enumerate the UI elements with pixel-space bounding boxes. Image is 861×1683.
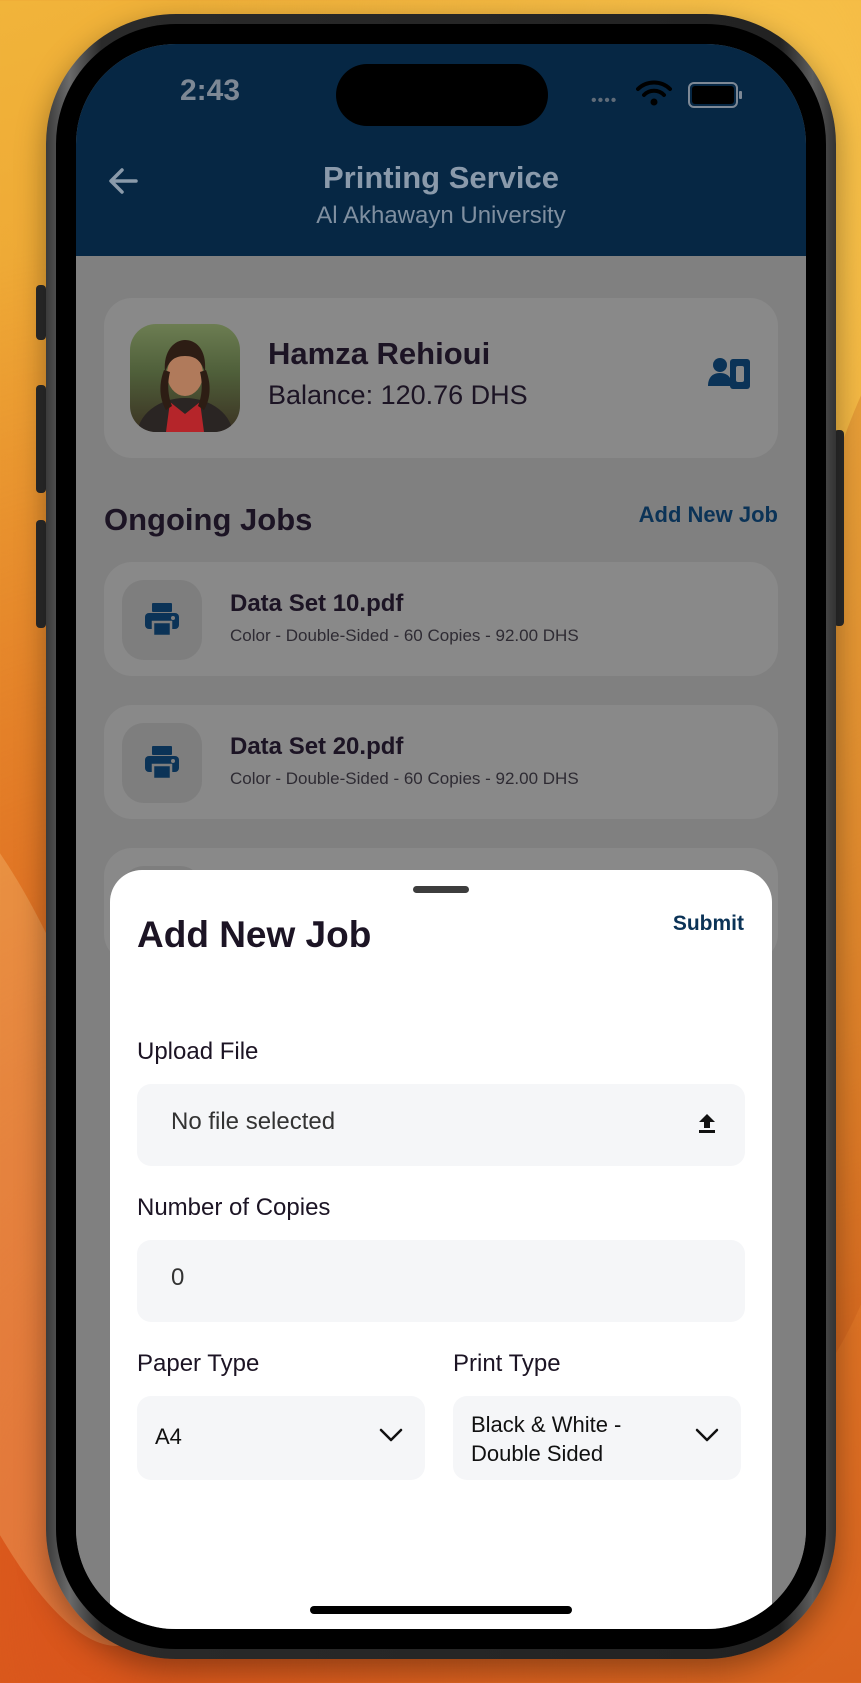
print-type-select[interactable]: Black & White - Double Sided [453,1396,741,1480]
avatar [130,324,240,432]
id-card-icon[interactable] [708,356,752,397]
job-file-name: Data Set 20.pdf [230,733,404,760]
job-card[interactable]: Data Set 20.pdf Color - Double-Sided - 6… [104,705,778,819]
copies-value: 0 [171,1264,185,1291]
job-details: Color - Double-Sided - 60 Copies - 92.00… [230,626,579,645]
add-new-job-link[interactable]: Add New Job [639,502,778,528]
job-details: Color - Double-Sided - 60 Copies - 92.00… [230,769,579,788]
printer-icon [122,723,202,803]
ongoing-jobs-heading: Ongoing Jobs [104,502,313,537]
upload-file-field[interactable]: No file selected [137,1084,745,1166]
copies-label: Number of Copies [137,1194,331,1221]
user-name: Hamza Rehioui [268,336,491,371]
print-type-label: Print Type [453,1350,561,1377]
add-job-sheet: Add New Job Submit Upload File No file s… [110,870,772,1629]
paper-type-select[interactable]: A4 [137,1396,425,1480]
sheet-title: Add New Job [137,914,372,955]
copies-input[interactable]: 0 [137,1240,745,1322]
print-type-value-line: Black & White - [471,1412,622,1437]
paper-type-value: A4 [155,1424,182,1449]
status-time: 2:43 [180,74,241,107]
chevron-down-icon [695,1428,719,1447]
sheet-grabber[interactable] [413,886,469,893]
dynamic-island [336,64,548,126]
volume-up-button [36,385,46,493]
submit-button[interactable]: Submit [673,912,744,936]
chevron-down-icon [379,1428,403,1447]
user-balance: Balance: 120.76 DHS [268,380,528,410]
phone-screen: Printing Service Al Akhawayn University … [76,44,806,1629]
upload-file-label: Upload File [137,1038,259,1065]
profile-card: Hamza Rehioui Balance: 120.76 DHS [104,298,778,458]
volume-down-button [36,520,46,628]
page-title: Printing Service [322,160,560,195]
wifi-icon [636,80,672,111]
page-subtitle: Al Akhawayn University [316,202,566,229]
paper-type-label: Paper Type [137,1350,260,1377]
job-card[interactable]: Data Set 10.pdf Color - Double-Sided - 6… [104,562,778,676]
print-type-value: Black & White - Double Sided [471,1410,621,1468]
job-file-name: Data Set 10.pdf [230,590,404,617]
printer-icon [122,580,202,660]
upload-file-value: No file selected [171,1108,336,1135]
home-indicator[interactable] [310,1606,572,1614]
signal-icon: •••• [591,92,618,109]
battery-icon [688,82,742,108]
upload-icon[interactable] [697,1112,717,1139]
action-button [36,285,46,340]
print-type-value-line: Double Sided [471,1441,604,1466]
